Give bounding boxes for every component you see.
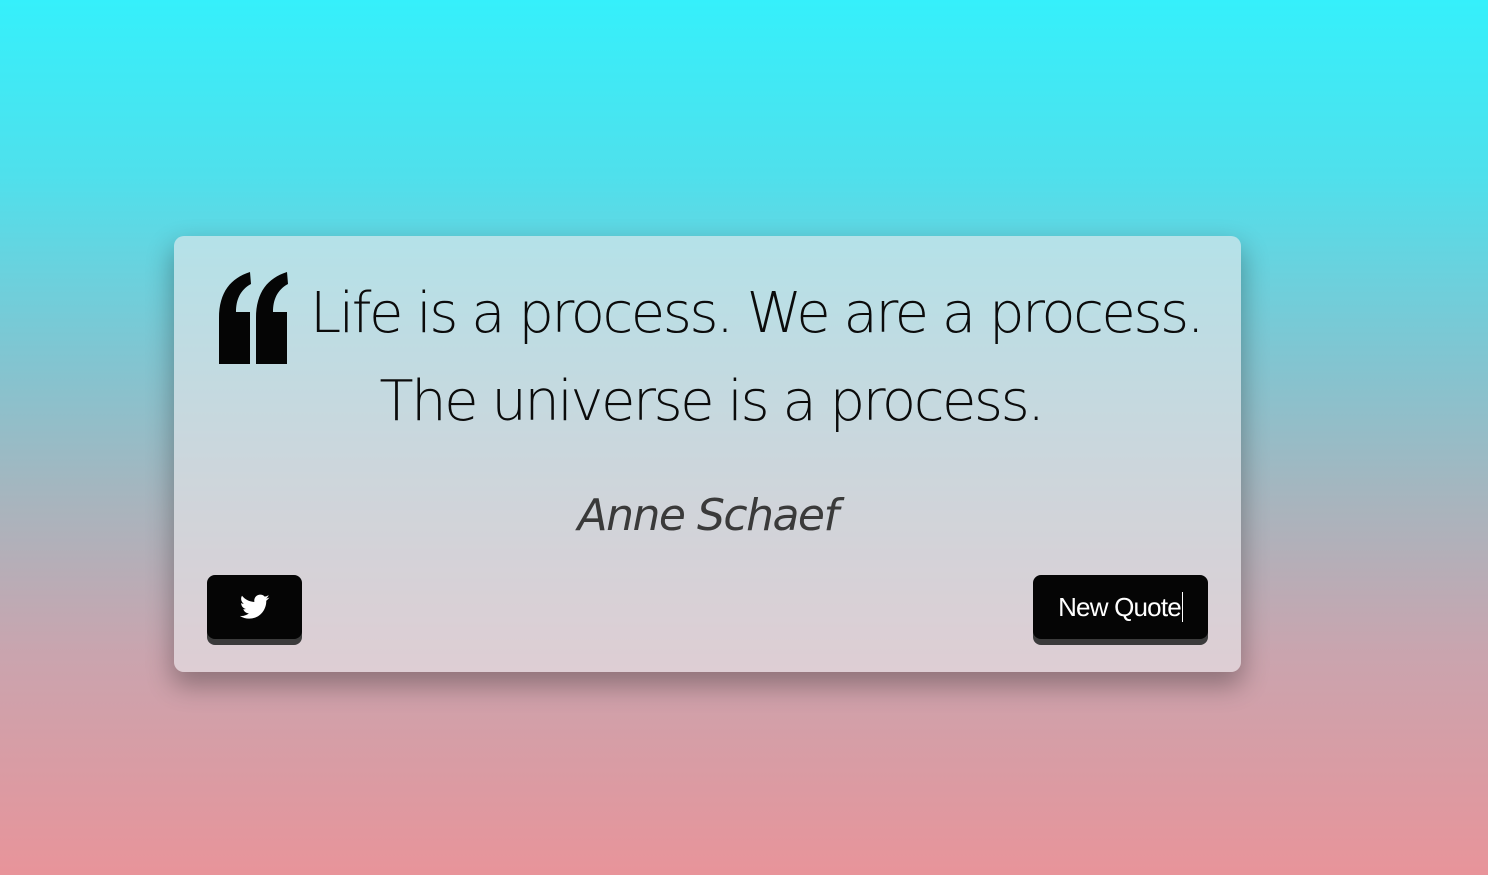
tweet-button[interactable] xyxy=(207,575,302,639)
new-quote-button[interactable]: New Quote xyxy=(1033,575,1208,639)
new-quote-label: New Quote xyxy=(1058,591,1182,622)
quote-block: Life is a process. We are a process. The… xyxy=(216,270,1206,446)
quote-left-icon xyxy=(219,272,288,364)
text-cursor xyxy=(1181,592,1183,622)
twitter-bird-icon xyxy=(239,594,269,619)
quote-text: Life is a process. We are a process. The… xyxy=(310,281,1205,434)
quote-author: Anne Schaef xyxy=(577,490,839,541)
quote-container: Life is a process. We are a process. The… xyxy=(174,236,1241,672)
